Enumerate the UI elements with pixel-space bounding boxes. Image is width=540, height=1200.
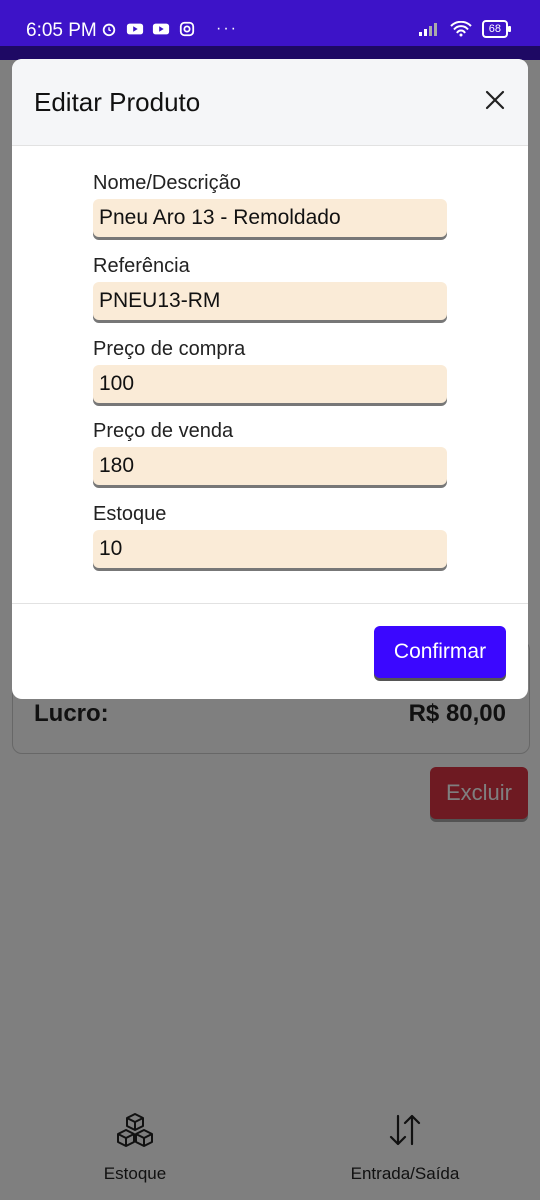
instagram-icon	[179, 21, 195, 37]
field-label-estoque: Estoque	[93, 503, 167, 525]
field-label-referencia: Referência	[93, 255, 190, 277]
field-nome: Nome/Descrição	[93, 172, 447, 237]
field-label-nome: Nome/Descrição	[93, 172, 241, 194]
referencia-input[interactable]	[93, 282, 447, 320]
field-label-preco-compra: Preço de compra	[93, 338, 246, 360]
modal-title: Editar Produto	[34, 87, 201, 117]
preco-compra-input[interactable]	[93, 365, 447, 403]
modal-footer: Confirmar	[12, 604, 528, 699]
wifi-icon	[450, 21, 472, 37]
system-icons: 68	[418, 20, 512, 38]
nome-input[interactable]	[93, 199, 447, 237]
preco-venda-input[interactable]	[93, 447, 447, 485]
estoque-input[interactable]	[93, 530, 447, 568]
notification-icons: ···	[100, 20, 238, 38]
field-referencia: Referência	[93, 255, 447, 320]
modal-header: Editar Produto	[12, 59, 528, 146]
field-preco-compra: Preço de compra	[93, 338, 447, 403]
status-time: 6:05 PM	[26, 20, 97, 41]
field-estoque: Estoque	[93, 503, 447, 568]
signal-icon	[418, 23, 437, 36]
field-preco-venda: Preço de venda	[93, 420, 447, 485]
alarm-icon	[102, 23, 116, 37]
modal-body: Nome/Descrição Referência Preço de compr…	[12, 146, 528, 604]
youtube-icon-2	[152, 23, 170, 35]
more-notifications-icon: ···	[216, 20, 238, 37]
field-label-preco-venda: Preço de venda	[93, 420, 234, 442]
youtube-icon	[126, 23, 144, 35]
close-icon	[485, 90, 505, 110]
edit-product-modal: Editar Produto Nome/Descrição Referência…	[12, 59, 528, 699]
battery-indicator: 68	[481, 20, 512, 38]
close-button[interactable]	[482, 87, 508, 113]
confirm-button[interactable]: Confirmar	[374, 626, 506, 678]
